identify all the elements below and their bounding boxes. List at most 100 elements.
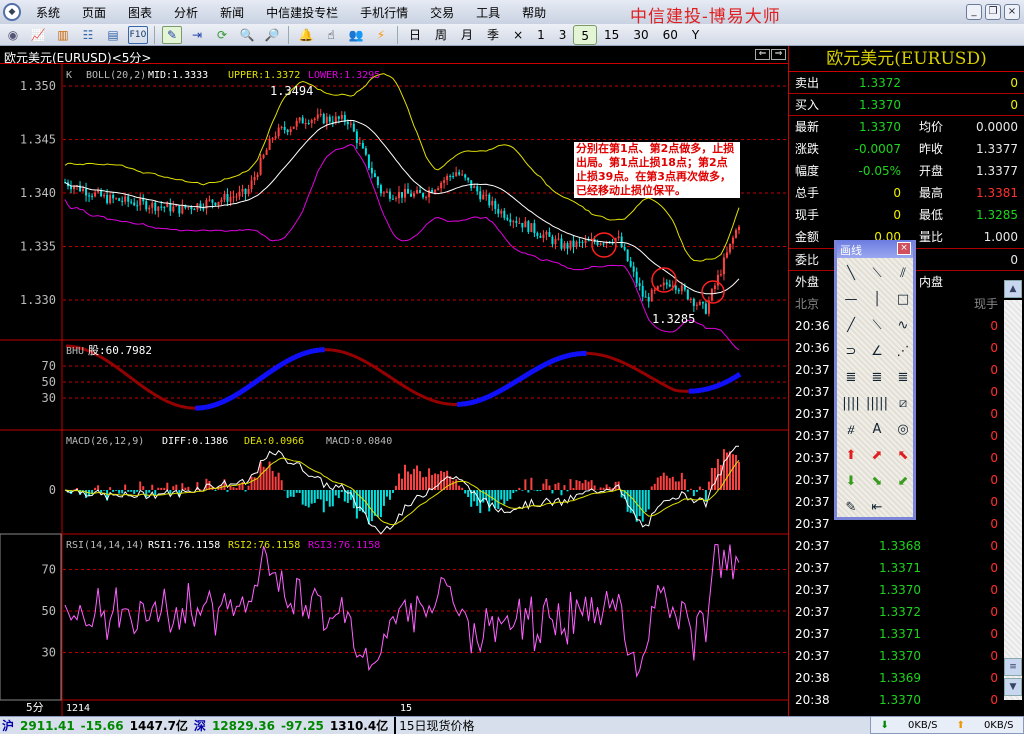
menu-item[interactable]: 帮助 xyxy=(511,4,557,21)
period-button[interactable]: 15 xyxy=(597,25,626,45)
period-button[interactable]: 月 xyxy=(454,25,480,45)
news-icon[interactable]: ▤ xyxy=(103,26,123,44)
period-button[interactable]: 季 xyxy=(480,25,506,45)
up-left-arrow-icon[interactable]: ⬉ xyxy=(890,442,916,468)
menu-item[interactable]: 交易 xyxy=(419,4,465,21)
text-icon[interactable]: A xyxy=(864,416,890,442)
arrow-line-icon[interactable]: ⟍ xyxy=(864,312,890,338)
up-arrow-icon[interactable]: ⬆ xyxy=(838,442,864,468)
quote-list-icon[interactable]: ☷ xyxy=(78,26,98,44)
bhu-segment xyxy=(534,365,540,372)
restore-button[interactable]: ❐ xyxy=(985,4,1001,20)
channel-icon[interactable]: ⧄ xyxy=(890,390,916,416)
cycle-lines-icon[interactable]: |||| xyxy=(838,390,864,416)
price-tick: 1.335 xyxy=(20,240,56,254)
ray-icon[interactable]: ╱ xyxy=(838,312,864,338)
candle-body xyxy=(581,241,584,243)
arc-icon[interactable]: ⊃ xyxy=(838,338,864,364)
toolbox-titlebar[interactable]: 画线 × xyxy=(837,240,913,258)
f10-icon[interactable]: F10 xyxy=(128,25,148,44)
delete-all-icon[interactable]: ⇤ xyxy=(864,494,890,520)
candle-body xyxy=(719,274,722,276)
flash-trade-icon[interactable]: ⚡ xyxy=(371,26,391,44)
angle-icon[interactable]: ∠ xyxy=(864,338,890,364)
zoom-in-icon[interactable]: 🔍 xyxy=(237,26,257,44)
stat-label: 涨跌 xyxy=(795,142,820,156)
period-button[interactable]: 30 xyxy=(626,25,655,45)
system-menu-icon[interactable]: ◆ xyxy=(3,3,21,21)
percent-icon[interactable]: ≣ xyxy=(864,364,890,390)
menu-item[interactable]: 系统 xyxy=(25,4,71,21)
bhu-segment xyxy=(670,386,675,392)
users-icon[interactable]: 👥 xyxy=(346,26,366,44)
period-button[interactable]: 3 xyxy=(552,25,574,45)
fibonacci-icon[interactable]: ≣ xyxy=(890,364,916,390)
period-button[interactable]: × xyxy=(506,25,530,45)
menu-item[interactable]: 页面 xyxy=(71,4,117,21)
scroll-down-icon[interactable]: ▼ xyxy=(1004,678,1022,696)
indicator-icon[interactable]: ⇥ xyxy=(187,26,207,44)
scroll-up-icon[interactable]: ▲ xyxy=(1004,280,1022,298)
candle-chart-icon[interactable]: ▥ xyxy=(53,26,73,44)
bhu-segment xyxy=(513,378,519,385)
gann-fan-icon[interactable]: ⧣ xyxy=(838,416,864,442)
minimize-button[interactable]: _ xyxy=(966,4,982,20)
wave-icon[interactable]: ∿ xyxy=(890,312,916,338)
refresh-icon[interactable]: ⟳ xyxy=(212,26,232,44)
period-button[interactable]: 5 xyxy=(573,24,598,45)
fib-time-icon[interactable]: ||||| xyxy=(864,390,890,416)
candle-body xyxy=(548,232,551,237)
period-selector: 日周月季 × 1 3 5 15 30 60 Y xyxy=(402,24,706,45)
close-button[interactable]: × xyxy=(1004,4,1020,20)
horizontal-line-icon[interactable]: — xyxy=(838,286,864,312)
bhu-segment xyxy=(543,361,549,368)
candle-body xyxy=(491,200,494,206)
period-button[interactable]: 周 xyxy=(428,25,454,45)
eraser-icon[interactable]: ✎ xyxy=(838,494,864,520)
menu-item[interactable]: 工具 xyxy=(465,4,511,21)
prev-icon[interactable]: ⇐ xyxy=(755,49,770,60)
bhu-segment xyxy=(339,349,344,354)
segment-icon[interactable]: ⟍ xyxy=(864,260,890,286)
menu-item[interactable]: 分析 xyxy=(163,4,209,21)
next-icon[interactable]: ⇒ xyxy=(771,49,786,60)
status-note[interactable]: 15日现货价格 xyxy=(394,717,474,734)
toolbox-close-icon[interactable]: × xyxy=(897,242,911,255)
trade-list-scrollbar[interactable]: ▲ ≡ ▼ xyxy=(1004,280,1022,700)
vertical-line-icon[interactable]: │ xyxy=(864,286,890,312)
candle-body xyxy=(596,241,599,245)
click-order-icon[interactable]: ☝ xyxy=(321,26,341,44)
bhu-segment xyxy=(627,363,633,369)
zoom-out-icon[interactable]: 🔎 xyxy=(262,26,282,44)
stat-label: 最低 xyxy=(919,208,944,222)
menu-item[interactable]: 新闻 xyxy=(209,4,255,21)
up-right-arrow-icon[interactable]: ⬈ xyxy=(864,442,890,468)
quote-row: 幅度 -0.05% 开盘 1.3377 xyxy=(789,160,1024,182)
back-icon[interactable]: ◉ xyxy=(3,26,23,44)
candle-body xyxy=(370,167,373,174)
down-left-arrow-icon[interactable]: ⬋ xyxy=(890,468,916,494)
candle-body xyxy=(722,257,725,275)
period-button[interactable]: Y xyxy=(685,25,706,45)
rectangle-icon[interactable]: □ xyxy=(890,286,916,312)
down-arrow-icon[interactable]: ⬇ xyxy=(838,468,864,494)
line-chart-icon[interactable]: 📈 xyxy=(28,26,48,44)
period-button[interactable]: 1 xyxy=(530,25,552,45)
alert-bell-icon[interactable]: 🔔 xyxy=(296,26,316,44)
menu-item[interactable]: 图表 xyxy=(117,4,163,21)
gann-icon[interactable]: ≣ xyxy=(838,364,864,390)
parallel-lines-icon[interactable]: ⫽ xyxy=(890,260,916,286)
fan-icon[interactable]: ⋰ xyxy=(890,338,916,364)
period-button[interactable]: 日 xyxy=(402,25,428,45)
sh-amount: 1447.7亿 xyxy=(129,719,188,733)
trade-time: 20:37 xyxy=(795,627,830,641)
menu-item[interactable]: 手机行情 xyxy=(349,4,419,21)
circle-icon[interactable]: ◎ xyxy=(890,416,916,442)
period-button[interactable]: 60 xyxy=(656,25,685,45)
down-right-arrow-icon[interactable]: ⬊ xyxy=(864,468,890,494)
menu-item[interactable]: 中信建投专栏 xyxy=(255,4,349,21)
scroll-thumb[interactable]: ≡ xyxy=(1004,658,1022,676)
line-icon[interactable]: ╲ xyxy=(838,260,864,286)
candle-body xyxy=(587,240,590,242)
draw-line-icon[interactable]: ✎ xyxy=(162,25,182,44)
